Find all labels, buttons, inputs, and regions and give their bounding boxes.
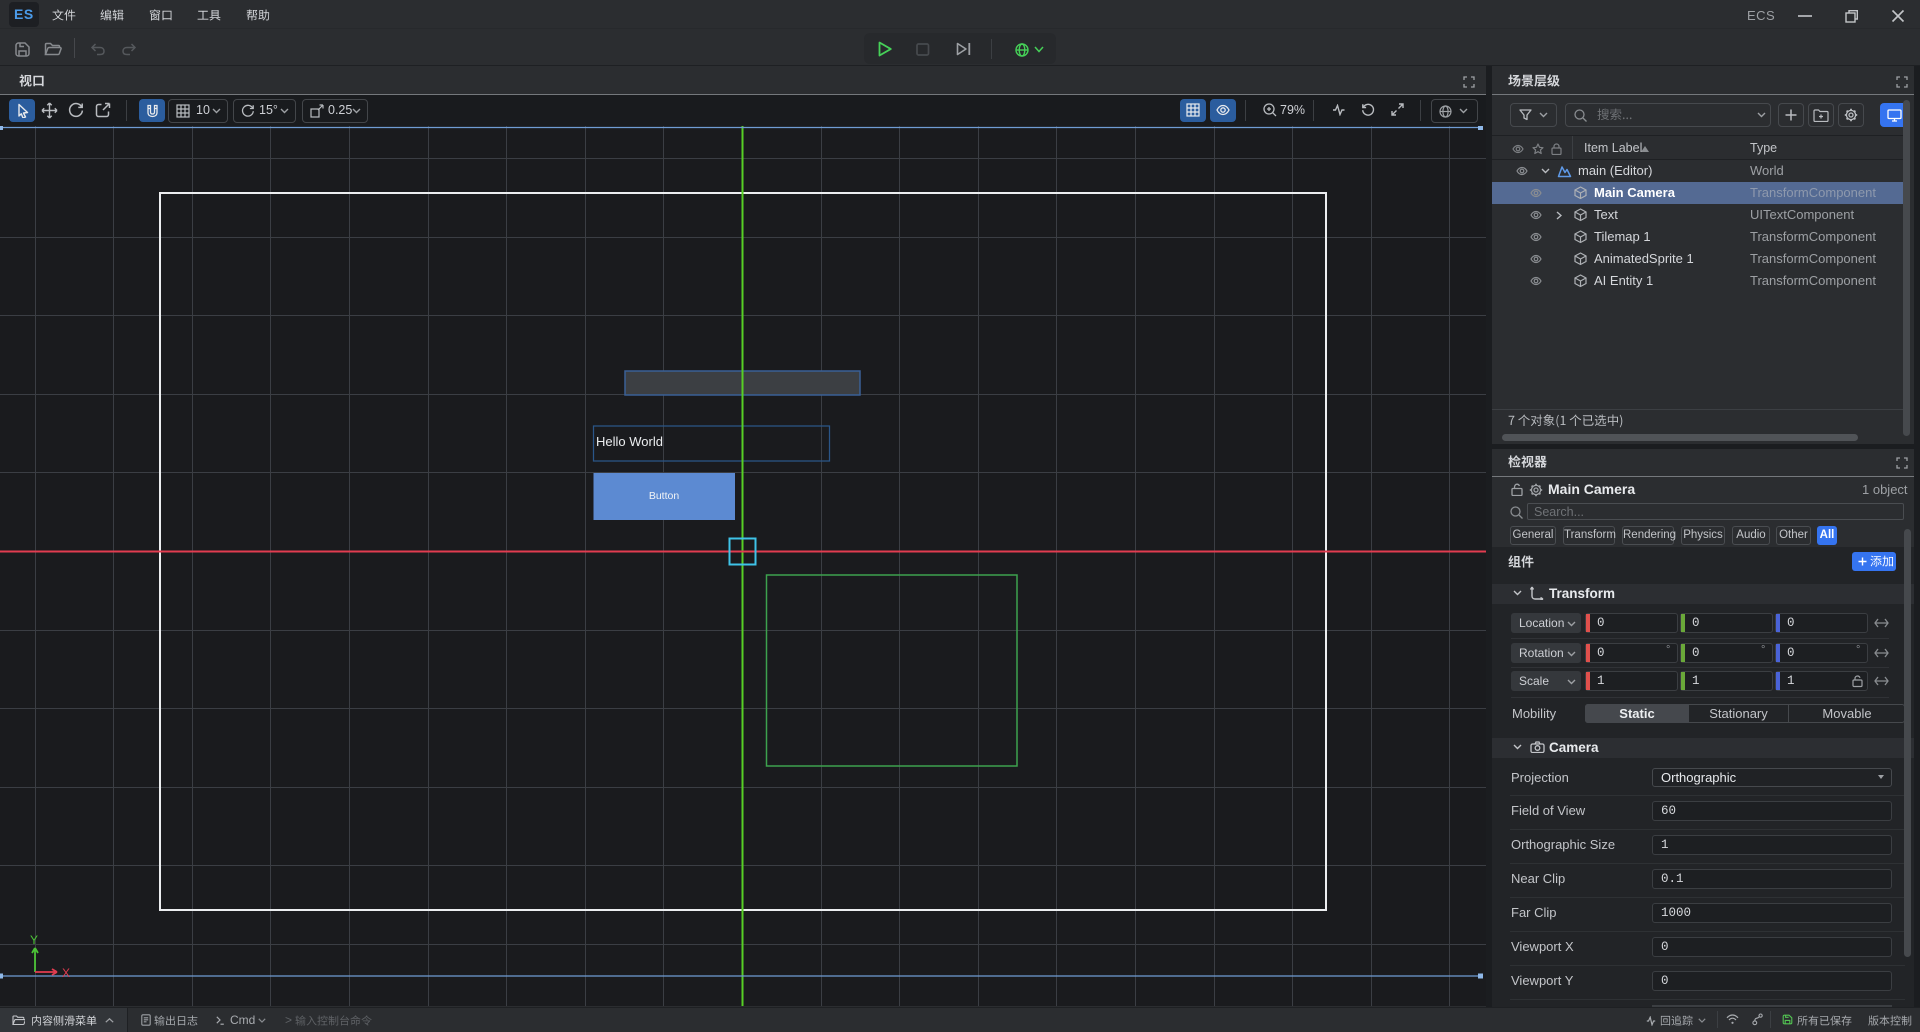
svg-text:X: X xyxy=(62,966,70,980)
svg-text:Y: Y xyxy=(30,933,38,947)
